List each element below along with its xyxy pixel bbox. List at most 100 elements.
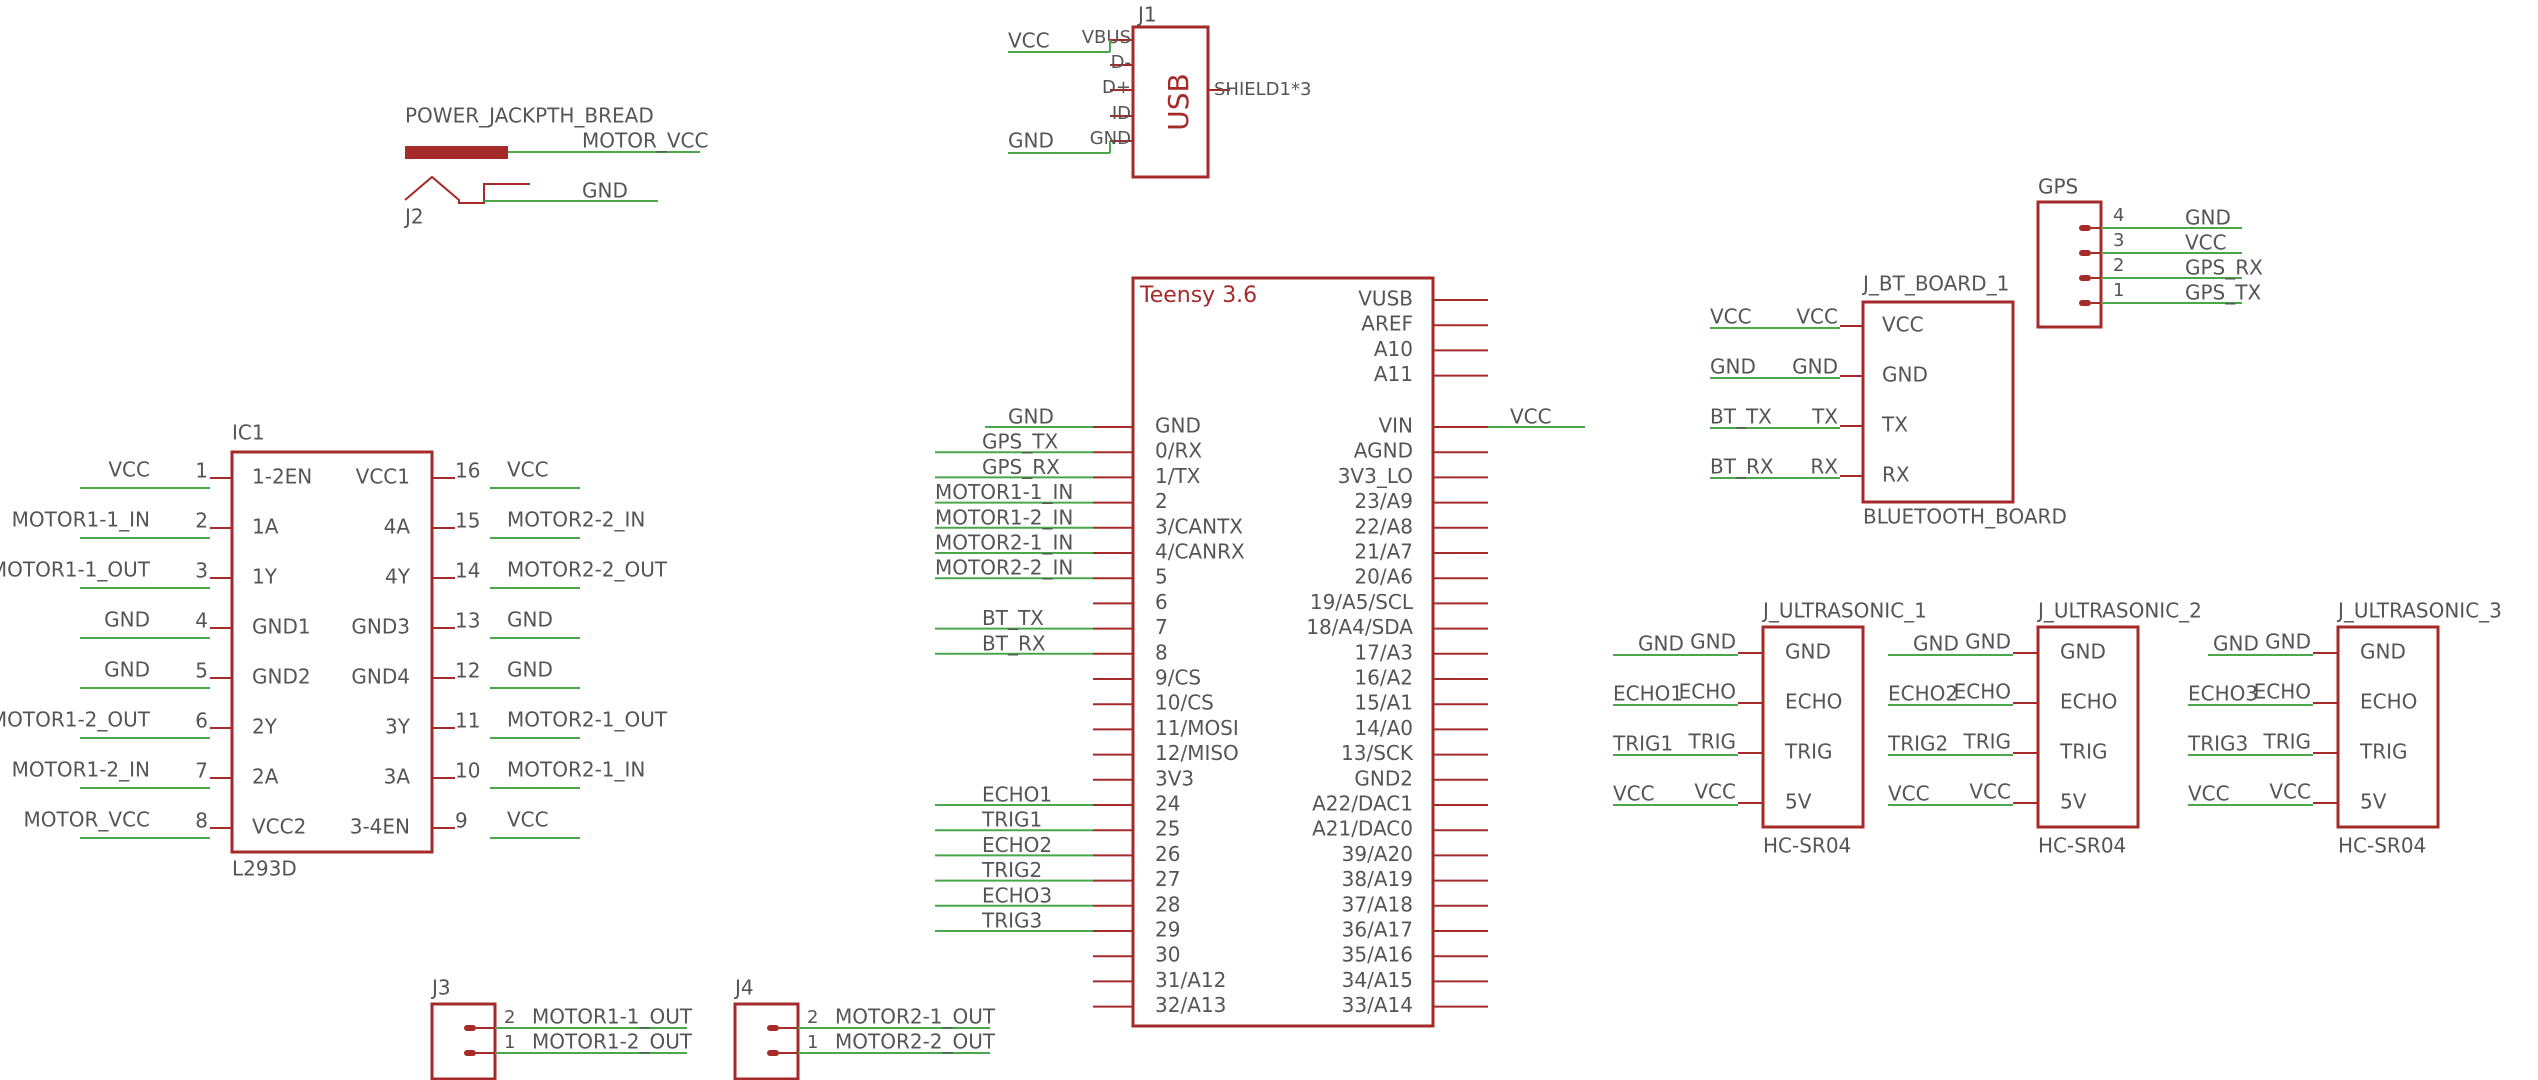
- gps-pin-contact: [2079, 225, 2091, 231]
- schematic-canvas: POWER_JACKPTH_BREADMOTOR_VCCGNDJ2J1USBVB…: [0, 3, 2502, 1080]
- teensy-pin-name: 9/CS: [1155, 666, 1201, 690]
- ultrasonic-net-label: GND: [1913, 632, 1959, 656]
- ultrasonic-value: HC-SR04: [1763, 834, 1851, 858]
- ic1-pin-name: VCC2: [252, 815, 306, 839]
- teensy-pin-name: 30: [1155, 943, 1180, 967]
- teensy-pin-name: 31/A12: [1155, 968, 1226, 992]
- teensy-pin-name: 34/A15: [1342, 968, 1413, 992]
- ultrasonic-pin-name: ECHO: [1785, 690, 1842, 714]
- teensy-net-label: TRIG2: [981, 858, 1042, 882]
- teensy-pin-name: 5: [1155, 565, 1168, 589]
- ic1-pin-name: 3A: [384, 765, 411, 789]
- teensy-net-label: MOTOR2-1_IN: [935, 531, 1073, 555]
- j3-body: [430, 1002, 497, 1080]
- teensy-pin-name: 0/RX: [1155, 439, 1202, 463]
- ic1-net-label: MOTOR2-2_IN: [507, 508, 645, 532]
- teensy-pin-name: AGND: [1354, 439, 1413, 463]
- gps-ref: GPS: [2038, 175, 2078, 199]
- power-jack-ref: J2: [403, 205, 424, 229]
- j4-net-label: MOTOR2-1_OUT: [835, 1005, 996, 1029]
- teensy-net-label: MOTOR2-2_IN: [935, 556, 1073, 580]
- teensy-pin-name: 3V3_LO: [1338, 464, 1413, 488]
- usb-pin-label: D-: [1111, 52, 1131, 73]
- teensy-pin-name: 3/CANTX: [1155, 514, 1243, 538]
- ic1-net-label: VCC: [507, 808, 549, 832]
- ic1-net-label: MOTOR2-1_OUT: [507, 708, 668, 732]
- teensy-pin-name: 18/A4/SDA: [1306, 615, 1413, 639]
- gps-pin-contact: [2079, 275, 2091, 281]
- ic1-pin-name: GND3: [351, 615, 410, 639]
- teensy-pin-name: 20/A6: [1354, 565, 1413, 589]
- bt-pad-label: TX: [1811, 405, 1838, 429]
- teensy-pin-name: AREF: [1361, 312, 1413, 336]
- teensy-pin-name: 13/SCK: [1341, 741, 1414, 765]
- ic1-ref: IC1: [232, 421, 265, 445]
- ic1-pin-number: 13: [455, 609, 480, 633]
- teensy-net-label: GND: [1008, 405, 1054, 429]
- usb-pin-label: ID: [1112, 103, 1131, 124]
- ultrasonic-pin-name: TRIG: [1784, 740, 1833, 764]
- teensy-pin-name: 32/A13: [1155, 993, 1226, 1017]
- ic1-net-label: MOTOR1-1_OUT: [0, 558, 151, 582]
- j4-net-label: MOTOR2-2_OUT: [835, 1030, 996, 1054]
- gps-net-label: GPS_TX: [2185, 281, 2261, 305]
- ic1-pin-number: 5: [195, 659, 208, 683]
- teensy-pin-name: 33/A14: [1342, 993, 1413, 1017]
- power-jack-barrel: [405, 146, 508, 159]
- ultrasonic-pad-label: GND: [1690, 630, 1736, 654]
- ic1-net-label: MOTOR_VCC: [24, 808, 150, 832]
- usb-ref: J1: [1136, 3, 1157, 27]
- ultrasonic-pad-label: TRIG: [1962, 730, 2011, 754]
- teensy-pin-name: 7: [1155, 615, 1168, 639]
- teensy-net-label: BT_RX: [982, 631, 1046, 655]
- ultrasonic-pin-name: GND: [1785, 640, 1831, 664]
- ic1-net-label: MOTOR1-2_IN: [12, 758, 150, 782]
- gps-pin-contact: [2079, 300, 2091, 306]
- gps-pin-number: 1: [2113, 280, 2124, 301]
- teensy-title: Teensy 3.6: [1139, 283, 1257, 308]
- teensy-pin-name: 36/A17: [1342, 918, 1413, 942]
- teensy-pin-name: 28: [1155, 892, 1180, 916]
- teensy-pin-name: 23/A9: [1354, 489, 1413, 513]
- teensy-pin-name: VUSB: [1358, 287, 1413, 311]
- teensy-pin-name: 26: [1155, 842, 1180, 866]
- ic1-pin-number: 15: [455, 509, 480, 533]
- teensy-net-label: ECHO2: [982, 833, 1052, 857]
- ic1-value: L293D: [232, 857, 297, 881]
- teensy-pin-name: 27: [1155, 867, 1180, 891]
- j3-pin-number: 2: [504, 1007, 515, 1028]
- ic1-pin-number: 6: [195, 709, 208, 733]
- teensy-net-label: BT_TX: [982, 606, 1044, 630]
- teensy-pin-name: A22/DAC1: [1312, 792, 1413, 816]
- ultrasonic-net-label: ECHO1: [1613, 682, 1683, 706]
- ic1-body: [230, 450, 434, 854]
- bt-net-label: GND: [1710, 355, 1756, 379]
- ultrasonic-net-label: VCC: [1613, 782, 1655, 806]
- teensy-net-label: TRIG1: [981, 808, 1042, 832]
- ic1-net-label: GND: [507, 608, 553, 632]
- ultrasonic-pin-name: ECHO: [2360, 690, 2417, 714]
- ic1-pin-number: 3: [195, 559, 208, 583]
- bt-net-label: BT_TX: [1710, 405, 1772, 429]
- ultrasonic-pad-label: VCC: [1694, 780, 1736, 804]
- bt-pin-name: VCC: [1882, 313, 1924, 337]
- teensy-pin-name: 6: [1155, 590, 1168, 614]
- j4-ref: J4: [733, 976, 754, 1000]
- ic1-pin-name: 1A: [252, 515, 279, 539]
- usb-net-vcc: VCC: [1008, 29, 1050, 53]
- ic1-pin-number: 7: [195, 759, 208, 783]
- gps-pin-number: 2: [2113, 255, 2124, 276]
- teensy-pin-name: 35/A16: [1342, 943, 1413, 967]
- ultrasonic-net-label: GND: [2213, 632, 2259, 656]
- ic1-pin-number: 8: [195, 809, 208, 833]
- usb-label: USB: [1162, 73, 1195, 130]
- teensy-pin-name: A11: [1374, 362, 1413, 386]
- ic1-pin-name: 2Y: [252, 715, 278, 739]
- ic1-pin-name: GND1: [252, 615, 311, 639]
- teensy-net-label: VCC: [1510, 405, 1552, 429]
- ic1-pin-name: GND2: [252, 665, 311, 689]
- ultrasonic-net-label: VCC: [2188, 782, 2230, 806]
- teensy-net-label: ECHO1: [982, 783, 1052, 807]
- teensy-net-label: ECHO3: [982, 883, 1052, 907]
- ultrasonic-value: HC-SR04: [2338, 834, 2426, 858]
